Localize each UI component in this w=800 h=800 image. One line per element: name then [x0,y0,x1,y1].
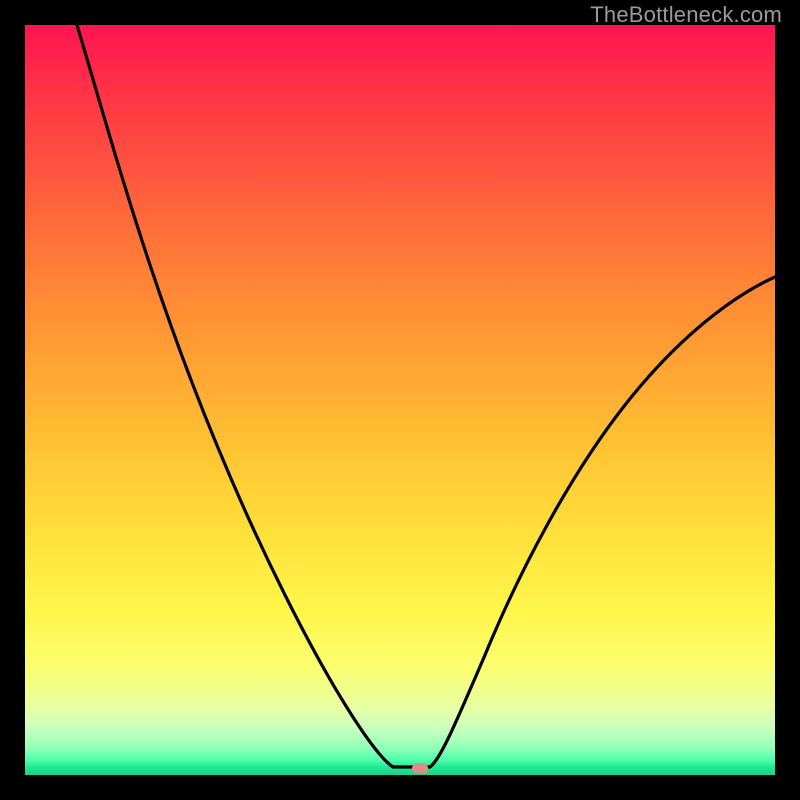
chart-frame: TheBottleneck.com [0,0,800,800]
bottleneck-curve [25,25,775,775]
optimal-marker [412,763,428,774]
plot-area [25,25,775,775]
curve-path [77,25,775,767]
watermark-text: TheBottleneck.com [590,2,782,28]
